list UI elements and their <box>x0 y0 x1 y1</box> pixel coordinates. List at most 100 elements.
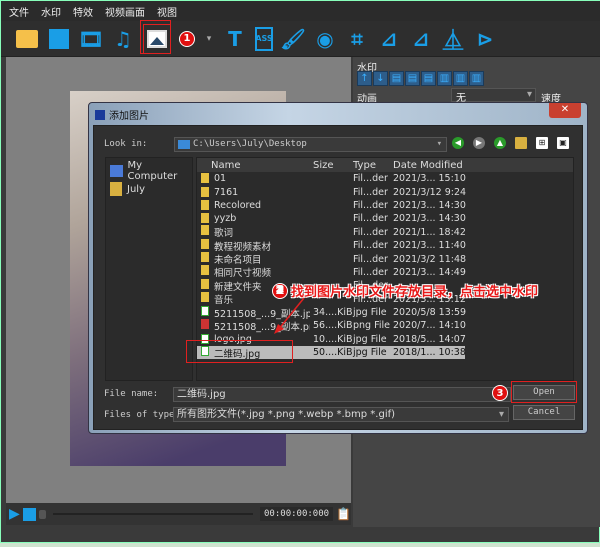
place-my-computer[interactable]: My Computer <box>110 160 188 182</box>
seek-bar[interactable] <box>52 513 254 515</box>
file-type: jpg File <box>353 307 387 319</box>
place-user[interactable]: July <box>110 180 188 198</box>
flip-horizontal-icon[interactable]: ⏅ <box>441 27 465 52</box>
column-name[interactable]: Name <box>197 160 310 171</box>
file-date: 2018/5... 14:07 <box>393 333 466 345</box>
folder-icon[interactable] <box>15 27 39 51</box>
user-folder-icon <box>110 182 122 196</box>
file-row[interactable]: Recolored Fil...der 2021/3... 14:30 <box>197 199 573 212</box>
file-row[interactable]: 01 Fil...der 2021/3... 15:10 <box>197 172 573 185</box>
file-list-header: Name Size Type Date Modified <box>197 158 573 172</box>
file-type: jpg File <box>353 347 387 359</box>
align-right-button[interactable]: ▤ <box>421 71 436 86</box>
menu-video-frame[interactable]: 视频画面 <box>105 4 145 19</box>
file-name-input[interactable]: 二维码.jpg <box>173 387 511 402</box>
move-down-button[interactable]: ↓ <box>373 71 388 86</box>
folder-icon <box>201 265 209 276</box>
stop-icon[interactable] <box>22 507 36 521</box>
folder-icon <box>201 292 209 303</box>
align-bottom-button[interactable]: ▥ <box>469 71 484 86</box>
look-in-label: Look in: <box>104 139 148 149</box>
back-icon[interactable]: ◀ <box>452 137 464 149</box>
file-date: 2021/1... 18:42 <box>393 226 466 238</box>
list-view-icon[interactable]: ⊞ <box>536 137 548 149</box>
look-in-select[interactable]: C:\Users\July\Desktop ▾ <box>174 137 447 152</box>
menu-file[interactable]: 文件 <box>9 4 29 19</box>
column-date[interactable]: Date Modified <box>390 160 465 171</box>
close-button[interactable]: ✕ <box>549 103 581 118</box>
file-name-cell: 7161 <box>197 186 310 198</box>
image-file-icon <box>201 305 209 316</box>
column-size[interactable]: Size <box>310 160 350 171</box>
crop-icon[interactable]: ⌗ <box>345 27 369 51</box>
file-row[interactable]: 5211508_...9_副本.jpg 34....KiB jpg File 2020… <box>197 305 573 320</box>
align-middle-button[interactable]: ▥ <box>453 71 468 86</box>
places-sidebar: My Computer July <box>105 157 193 381</box>
file-type: Fil...der <box>353 253 388 265</box>
file-name: 01 <box>214 173 227 185</box>
save-icon[interactable] <box>47 27 71 51</box>
file-date: 2021/3... 14:30 <box>393 199 466 211</box>
file-row[interactable]: 教程视频素材 Fil...der 2021/3... 11:40 <box>197 238 573 253</box>
file-type-value: 所有图形文件(*.jpg *.png *.webp *.bmp *.gif) <box>177 409 396 420</box>
text-icon[interactable]: T <box>223 27 247 51</box>
file-date: 2021/3/12 9:24 <box>393 186 467 198</box>
music-icon[interactable]: ♫ <box>111 27 135 51</box>
file-row[interactable]: 7161 Fil...der 2021/3/12 9:24 <box>197 185 573 198</box>
play-icon[interactable]: ▶ <box>9 506 20 522</box>
align-left-button[interactable]: ▤ <box>389 71 404 86</box>
align-top-button[interactable]: ▥ <box>437 71 452 86</box>
file-name-cell: Recolored <box>197 199 310 211</box>
chevron-down-icon: ▾ <box>526 89 532 100</box>
camera-dropdown-icon[interactable]: ▾ <box>203 27 215 51</box>
folder-icon <box>201 238 209 249</box>
seek-handle[interactable] <box>38 509 46 519</box>
paint-roller-icon[interactable]: 🖌 <box>280 27 305 51</box>
file-date: 2020/7... 14:10 <box>393 320 466 332</box>
file-row[interactable]: 歌词 Fil...der 2021/1... 18:42 <box>197 225 573 239</box>
clipboard-clock-icon[interactable]: 📋 <box>336 507 351 521</box>
file-size: 34....KiB <box>313 307 353 319</box>
file-date: 2021/3... 15:10 <box>393 173 466 185</box>
column-type[interactable]: Type <box>350 160 390 171</box>
new-folder-icon[interactable] <box>515 137 527 149</box>
move-up-button[interactable]: ↑ <box>357 71 372 86</box>
step-1-badge: 1 <box>179 30 195 47</box>
detail-view-icon[interactable]: ▣ <box>557 137 569 149</box>
flip-vertical-icon[interactable]: ⊳ <box>473 27 497 51</box>
file-type: Fil...der <box>353 266 388 278</box>
menu-effects[interactable]: 特效 <box>73 4 93 19</box>
video-icon[interactable]: 🎞 <box>78 27 103 51</box>
computer-icon <box>110 165 123 177</box>
file-row[interactable]: 相同尺寸视频 Fil...der 2021/3... 14:49 <box>197 265 573 279</box>
file-row[interactable]: 5211508_...9_副本.png56....KiBpng File2020… <box>197 319 573 333</box>
file-name-cell: 教程视频素材 <box>197 238 310 253</box>
align-center-button[interactable]: ▤ <box>405 71 420 86</box>
file-highlight <box>186 340 293 363</box>
folder-icon <box>201 225 209 236</box>
folder-icon <box>201 186 209 197</box>
file-row[interactable]: yyzb Fil...der 2021/3... 14:30 <box>197 212 573 225</box>
cancel-button[interactable]: Cancel <box>513 405 575 420</box>
folder-icon <box>201 252 209 263</box>
playback-controls: ▶ 00:00:00:000 📋 <box>6 503 351 525</box>
step-2-annotation: 2 找到图片水印文件存放目录，点击选中水印 <box>272 281 538 300</box>
file-type: jpg File <box>353 333 387 345</box>
menu-watermark[interactable]: 水印 <box>41 4 61 19</box>
rotate-right-icon[interactable]: ⊿ <box>409 27 433 51</box>
file-name-cell: yyzb <box>197 213 310 224</box>
file-type: Fil...der <box>353 173 388 185</box>
file-type: Fil...der <box>353 240 388 252</box>
ass-subtitle-icon[interactable]: ASS <box>255 26 273 51</box>
forward-icon[interactable]: ▶ <box>473 137 485 149</box>
file-name-cell: 未命名项目 <box>197 252 310 266</box>
rotate-left-icon[interactable]: ⊿ <box>377 27 401 51</box>
file-date: 2021/3... 14:49 <box>393 266 466 278</box>
file-date: 2021/3/2 11:48 <box>393 253 467 265</box>
file-type-select[interactable]: 所有图形文件(*.jpg *.png *.webp *.bmp *.gif) ▾ <box>173 407 509 422</box>
bucket-icon[interactable]: ◉ <box>313 27 337 51</box>
menu-view[interactable]: 视图 <box>157 4 177 19</box>
up-folder-icon[interactable]: ▲ <box>494 137 506 149</box>
file-row[interactable]: 未命名项目 Fil...der 2021/3/2 11:48 <box>197 252 573 266</box>
animation-select[interactable]: 无 ▾ <box>451 88 536 104</box>
